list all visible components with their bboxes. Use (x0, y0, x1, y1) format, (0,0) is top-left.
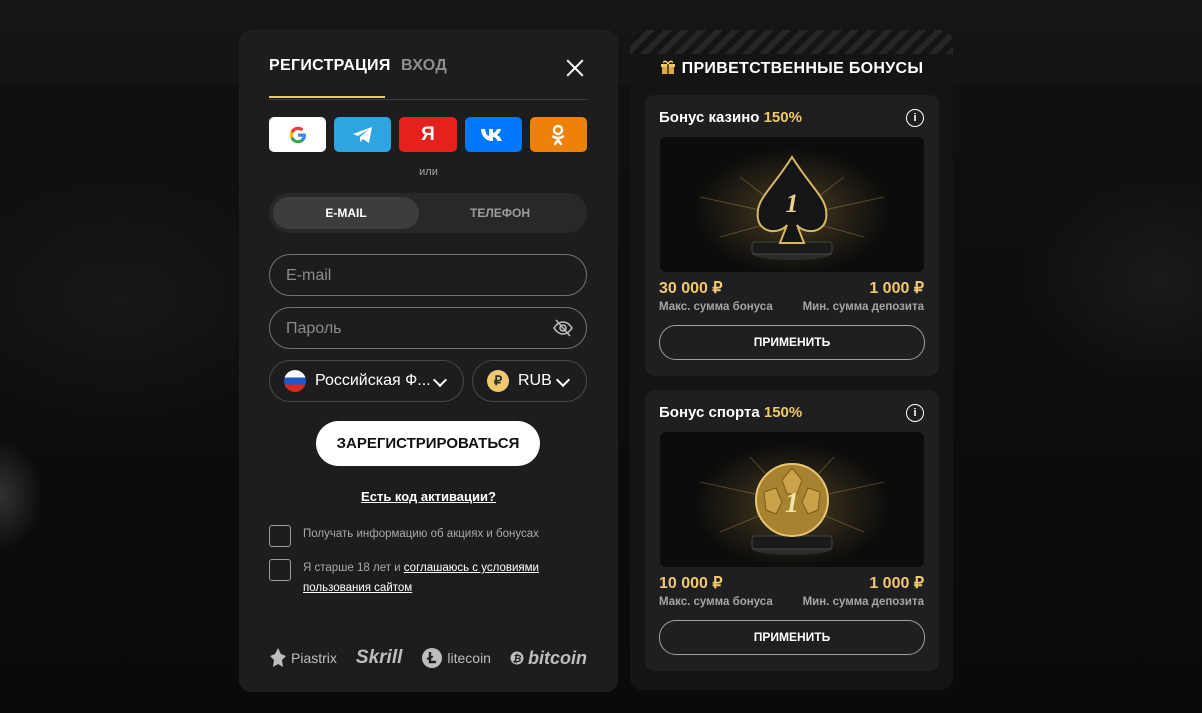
min-deposit-label: Мин. сумма депозита (802, 596, 924, 608)
card-title: Бонус казино 150% (659, 109, 802, 126)
casino-trophy-image: 1 (660, 137, 924, 272)
max-bonus-value: 10 000 ₽ (659, 575, 723, 592)
sport-trophy-image: 1 (660, 432, 924, 567)
info-icon[interactable]: i (906, 109, 924, 127)
max-bonus-value: 30 000 ₽ (659, 280, 723, 297)
bonus-values: 10 000 ₽ 1 000 ₽ (659, 573, 924, 595)
bitcoin-text: bitcoin (527, 647, 587, 668)
ruble-icon: ₽ (487, 370, 509, 392)
tab-login[interactable]: ВХОД (401, 57, 447, 75)
litecoin-text: litecoin (447, 650, 491, 666)
active-tab-underline (269, 96, 385, 98)
method-switch: E-MAIL ТЕЛЕФОН (269, 193, 587, 233)
currency-select[interactable]: ₽ RUB (472, 360, 587, 402)
tab-email[interactable]: E-MAIL (273, 197, 419, 229)
apply-sport-bonus-button[interactable]: ПРИМЕНИТЬ (659, 620, 925, 655)
bonuses-title: ПРИВЕТСТВЕННЫЕ БОНУСЫ (681, 60, 924, 77)
currency-label: RUB (518, 372, 552, 389)
payment-logos: Piastrix Skrill litecoin ₿ bitcoin (269, 642, 587, 674)
decorative-pattern (630, 30, 953, 54)
card-title-text: Бонус казино (659, 109, 764, 126)
welcome-bonuses-panel: ПРИВЕТСТВЕННЫЕ БОНУСЫ Бонус казино 150% … (630, 30, 953, 690)
bonus-labels: Макс. сумма бонуса Мин. сумма депозита (659, 301, 924, 317)
tab-phone[interactable]: ТЕЛЕФОН (427, 197, 573, 229)
casino-bonus-card: Бонус казино 150% i 1 30 000 ₽ 1 000 ₽ М… (645, 95, 939, 376)
eye-off-icon[interactable] (552, 317, 574, 339)
country-select[interactable]: Российская Ф... (269, 360, 464, 402)
email-field-wrapper (269, 254, 587, 297)
apply-casino-bonus-button[interactable]: ПРИМЕНИТЬ (659, 325, 925, 360)
min-deposit-value: 1 000 ₽ (869, 280, 924, 297)
terms-checkbox[interactable] (269, 559, 291, 581)
bitcoin-icon: ₿ (510, 651, 524, 665)
piastrix-logo: Piastrix (269, 647, 337, 669)
min-deposit-label: Мин. сумма депозита (802, 301, 924, 313)
email-field[interactable] (284, 255, 548, 297)
country-label: Российская Ф... (315, 372, 431, 389)
bonus-values: 30 000 ₽ 1 000 ₽ (659, 278, 924, 300)
card-percent: 150% (763, 109, 802, 126)
password-field[interactable] (284, 308, 548, 350)
litecoin-icon (422, 648, 443, 668)
svg-text:₿: ₿ (513, 652, 522, 665)
registration-modal: РЕГИСТРАЦИЯ ВХОД Я или E-MAIL ТЕЛЕФОН E-… (239, 30, 618, 692)
spade-trophy-icon: 1 (699, 155, 885, 260)
trophy-number: 1 (786, 189, 799, 218)
terms-prefix: Я старше 18 лет и (303, 562, 404, 574)
bitcoin-logo: ₿ bitcoin (510, 648, 587, 669)
tab-registration[interactable]: РЕГИСТРАЦИЯ (269, 57, 391, 75)
info-icon[interactable]: i (906, 404, 924, 422)
activation-code-link[interactable]: Есть код активации? (239, 489, 618, 504)
bonuses-heading: ПРИВЕТСТВЕННЫЕ БОНУСЫ (630, 59, 953, 78)
or-divider-text: или (419, 166, 438, 178)
gift-icon (660, 60, 675, 74)
card-title: Бонус спорта 150% (659, 404, 802, 421)
russia-flag-icon (284, 370, 306, 392)
google-icon[interactable] (269, 117, 327, 152)
bonus-labels: Макс. сумма бонуса Мин. сумма депозита (659, 596, 924, 612)
auth-tabs: РЕГИСТРАЦИЯ ВХОД (269, 57, 588, 100)
piastrix-text: Piastrix (291, 650, 337, 666)
yandex-glyph: Я (421, 123, 435, 145)
yandex-icon[interactable]: Я (399, 117, 457, 152)
max-bonus-label: Макс. сумма бонуса (659, 596, 773, 608)
max-bonus-label: Макс. сумма бонуса (659, 301, 773, 313)
card-title-text: Бонус спорта (659, 404, 764, 421)
ball-trophy-icon: 1 (699, 456, 885, 555)
odnoklassniki-icon[interactable] (529, 117, 588, 152)
vk-icon[interactable] (464, 117, 522, 152)
promo-checkbox[interactable] (269, 525, 291, 547)
sport-bonus-card: Бонус спорта 150% i 1 10 000 ₽ 1 000 ₽ М… (645, 390, 939, 671)
close-icon[interactable] (564, 57, 586, 79)
trophy-number: 1 (785, 488, 799, 519)
register-button[interactable]: ЗАРЕГИСТРИРОВАТЬСЯ (316, 421, 540, 466)
telegram-icon[interactable] (334, 117, 392, 152)
social-login-row: Я (269, 117, 588, 152)
promo-checkbox-label: Получать информацию об акциях и бонусах (303, 528, 539, 540)
litecoin-logo: litecoin (421, 647, 491, 669)
min-deposit-value: 1 000 ₽ (869, 575, 924, 592)
piastrix-icon (270, 648, 286, 667)
password-field-wrapper (269, 307, 587, 350)
chevron-down-icon (555, 372, 571, 388)
terms-checkbox-label: Я старше 18 лет и соглашаюсь с условиями… (303, 558, 583, 598)
skrill-logo: Skrill (355, 647, 403, 668)
card-percent: 150% (763, 404, 803, 421)
chevron-down-icon (432, 372, 448, 388)
